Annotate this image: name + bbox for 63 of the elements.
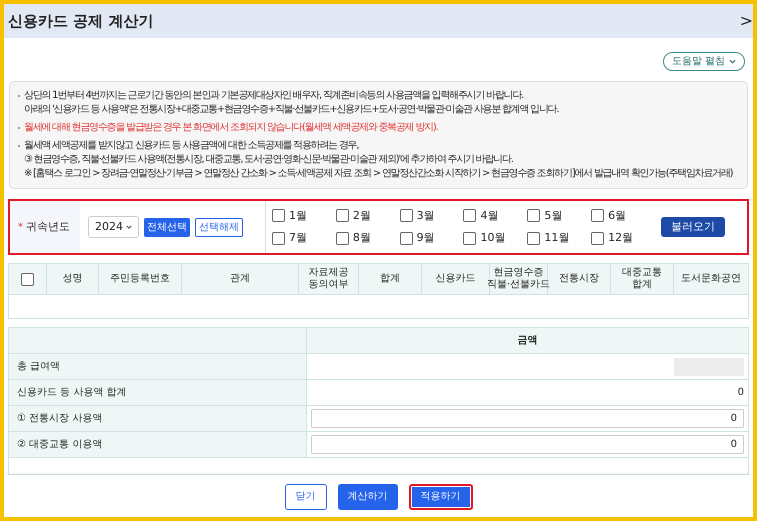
footer-button[interactable]: 계산하기 <box>338 484 398 510</box>
month-label: 11월 <box>544 230 570 246</box>
notice-text: 월세액 세액공제를 받지않고 신용카드 등 사용금액에 대한 소득공제를 적용하려는 경우, <box>24 139 360 153</box>
row-label: 총 급여액 <box>17 360 60 374</box>
column-header: 주민등록번호 <box>110 273 170 285</box>
month-label: 12월 <box>608 230 634 246</box>
select-all-checkbox[interactable] <box>21 272 34 286</box>
month-checkbox[interactable] <box>336 232 349 245</box>
month-checkbox[interactable] <box>527 209 540 222</box>
month-checkbox[interactable] <box>400 209 413 222</box>
column-header: 현금영수증 직불·선불카드 <box>486 267 550 291</box>
chevron-down-icon <box>729 59 736 64</box>
month-label: 2월 <box>352 208 371 224</box>
notice-text: ※ [홈택스 로그인 > 장려금·연말정산·기부금 > 연말정산 간소화 > 소득·세액공제 자료 조회 > 연말정산간소화 시작하기 > 현금영수증 조회하기]에서 발급내역 확인가능(주택임차료거래) <box>24 167 732 181</box>
month-label: 7월 <box>289 230 307 246</box>
month-checkbox[interactable] <box>591 232 604 245</box>
chevron-down-icon <box>126 225 132 229</box>
load-button[interactable]: 불러오기 <box>661 217 725 237</box>
notice-text: 상단의 1번부터 4번까지는 근로기간 동안의 본인과 기본공제대상자인 배우자, 직계존비속등의 사용금액을 입력해주시기 바랍니다. <box>24 89 524 103</box>
column-header: 자료제공 동의여부 <box>308 267 348 291</box>
close-button[interactable]: > <box>740 13 753 29</box>
year-select[interactable]: 2024 <box>88 216 139 238</box>
row-label: 신용카드 등 사용액 합계 <box>17 386 127 400</box>
month-label: 10월 <box>480 230 506 246</box>
month-label: 1월 <box>289 208 307 224</box>
column-header: 금액 <box>518 334 538 348</box>
column-header: 성명 <box>62 273 82 285</box>
amount-input[interactable]: 0 <box>311 409 744 428</box>
field-label: 귀속년도 <box>26 218 70 235</box>
amount-input[interactable]: 0 <box>311 435 744 454</box>
month-label: 9월 <box>416 230 435 246</box>
footer-button[interactable]: 닫기 <box>284 484 326 510</box>
select-all-button[interactable]: 전체선택 <box>144 218 190 236</box>
month-label: 5월 <box>544 208 562 224</box>
month-checkbox[interactable] <box>591 209 604 222</box>
row-label: ② 대중교통 이용액 <box>17 438 102 452</box>
row-label: ① 전통시장 사용액 <box>17 412 102 426</box>
month-label: 4월 <box>480 208 498 224</box>
month-checkbox[interactable] <box>527 232 540 245</box>
deselect-button[interactable]: 선택해제 <box>195 218 243 236</box>
notice-text: 월세에 대해 현금영수증을 발급받은 경우 본 화면에서 조회되지 않습니다(월세액 세액공제와 중복공제 방지). <box>24 121 438 135</box>
notice-text: 아래의 '신용카드 등 사용액'은 전통시장+대중교통+현금영수증+직불·선불카드+신용카드+도서·공연·박물관·미술관 사용분 합계액 입니다. <box>24 103 558 117</box>
month-checkbox[interactable] <box>336 209 349 222</box>
month-label: 6월 <box>608 208 626 224</box>
month-checkbox[interactable] <box>272 232 285 245</box>
month-checkbox[interactable] <box>400 232 413 245</box>
column-header: 신용카드 <box>436 273 476 285</box>
month-checkbox[interactable] <box>463 232 476 245</box>
required-mark: * <box>18 220 23 234</box>
amount-value: 0 <box>738 386 744 400</box>
notice-text: ③ 현금영수증, 직불·선불카드 사용액(전통시장, 대중교통, 도서·공연·영화·신문·박물관·미술관 제외)'에 추가하여 주시기 바랍니다. <box>24 153 514 167</box>
column-header: 관계 <box>230 273 250 285</box>
column-header: 합계 <box>380 273 400 285</box>
month-checkbox[interactable] <box>272 209 285 222</box>
month-label: 3월 <box>416 208 435 224</box>
footer-button[interactable]: 적용하기 <box>408 484 472 510</box>
month-label: 8월 <box>352 230 371 246</box>
window-title: 신용카드 공제 계산기 <box>8 10 154 32</box>
column-header: 전통시장 <box>559 273 599 285</box>
help-toggle-button[interactable]: 도움말 펼침 <box>662 52 745 71</box>
month-checkbox[interactable] <box>463 209 476 222</box>
column-header: 대중교통 합계 <box>622 267 662 291</box>
column-header: 도서문화공연 <box>681 273 741 285</box>
